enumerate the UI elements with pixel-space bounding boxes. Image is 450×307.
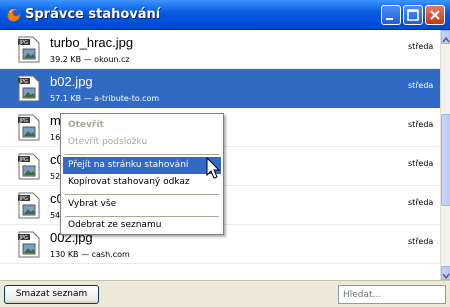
maximize-icon xyxy=(407,9,419,21)
list-scrollbar[interactable] xyxy=(440,30,450,280)
menu-item-open[interactable]: Otevřít xyxy=(63,117,221,134)
download-size-source: 39.2 KB — okoun.cz xyxy=(50,55,130,64)
menu-item-select-all[interactable]: Vybrat vše xyxy=(63,196,221,213)
clear-list-button[interactable]: Smazat seznam xyxy=(4,285,99,304)
download-date: středa xyxy=(408,120,434,129)
svg-text:JPG: JPG xyxy=(19,118,28,124)
jpeg-file-icon: JPG xyxy=(18,75,40,102)
jpeg-file-icon: JPG xyxy=(18,153,40,180)
title-bar[interactable]: Správce stahování xyxy=(0,0,450,30)
chevron-up-icon xyxy=(442,36,450,43)
scroll-down-button[interactable] xyxy=(441,266,450,280)
menu-separator xyxy=(65,154,219,155)
menu-item-go-to-download-page[interactable]: Přejít na stránku stahování xyxy=(63,157,221,174)
svg-text:JPG: JPG xyxy=(19,79,28,85)
jpeg-file-icon: JPG xyxy=(18,192,40,219)
maximize-button[interactable] xyxy=(403,5,423,25)
download-date: středa xyxy=(408,42,434,51)
svg-text:JPG: JPG xyxy=(19,157,28,163)
download-date: středa xyxy=(408,237,434,246)
svg-text:JPG: JPG xyxy=(19,235,28,241)
download-size-source: 54 xyxy=(50,211,61,220)
minimize-button[interactable] xyxy=(381,5,401,25)
download-filename: b02.jpg xyxy=(50,74,93,89)
download-date: středa xyxy=(408,198,434,207)
svg-text:JPG: JPG xyxy=(19,196,28,202)
scroll-thumb[interactable] xyxy=(441,114,450,206)
download-manager-window: Správce stahování JPG turbo_hrac.jpg 39.… xyxy=(0,0,450,307)
download-date: středa xyxy=(408,81,434,90)
download-size-source: 130 KB — cash.com xyxy=(50,250,130,259)
close-icon xyxy=(430,10,440,20)
mouse-cursor-icon xyxy=(206,157,221,179)
minimize-icon xyxy=(386,18,393,20)
download-item[interactable]: JPG turbo_hrac.jpg 39.2 KB — okoun.cz st… xyxy=(0,30,440,69)
svg-text:JPG: JPG xyxy=(19,40,28,46)
menu-item-remove-from-list[interactable]: Odebrat ze seznamu xyxy=(63,217,221,234)
menu-item-copy-download-link[interactable]: Kopírovat stahovaný odkaz xyxy=(63,174,221,191)
menu-separator xyxy=(65,194,219,195)
footer-bar: Smazat seznam xyxy=(0,280,450,307)
download-size-source: 16 xyxy=(50,133,61,142)
download-size-source: 57.1 KB — a-tribute-to.com xyxy=(50,94,160,103)
download-date: středa xyxy=(408,159,434,168)
search-input[interactable] xyxy=(338,285,446,304)
download-filename: turbo_hrac.jpg xyxy=(50,35,134,50)
menu-item-open-folder[interactable]: Otevřít podsložku xyxy=(63,134,221,151)
window-title: Správce stahování xyxy=(25,7,161,22)
jpeg-file-icon: JPG xyxy=(18,36,40,63)
download-item-selected[interactable]: JPG b02.jpg 57.1 KB — a-tribute-to.com s… xyxy=(0,69,440,108)
download-size-source: 52 xyxy=(50,172,61,181)
jpeg-file-icon: JPG xyxy=(18,231,40,258)
scroll-up-button[interactable] xyxy=(441,30,450,44)
close-button[interactable] xyxy=(425,5,445,25)
context-menu: Otevřít Otevřít podsložku Přejít na strá… xyxy=(60,113,224,235)
firefox-icon xyxy=(6,7,21,22)
jpeg-file-icon: JPG xyxy=(18,114,40,141)
